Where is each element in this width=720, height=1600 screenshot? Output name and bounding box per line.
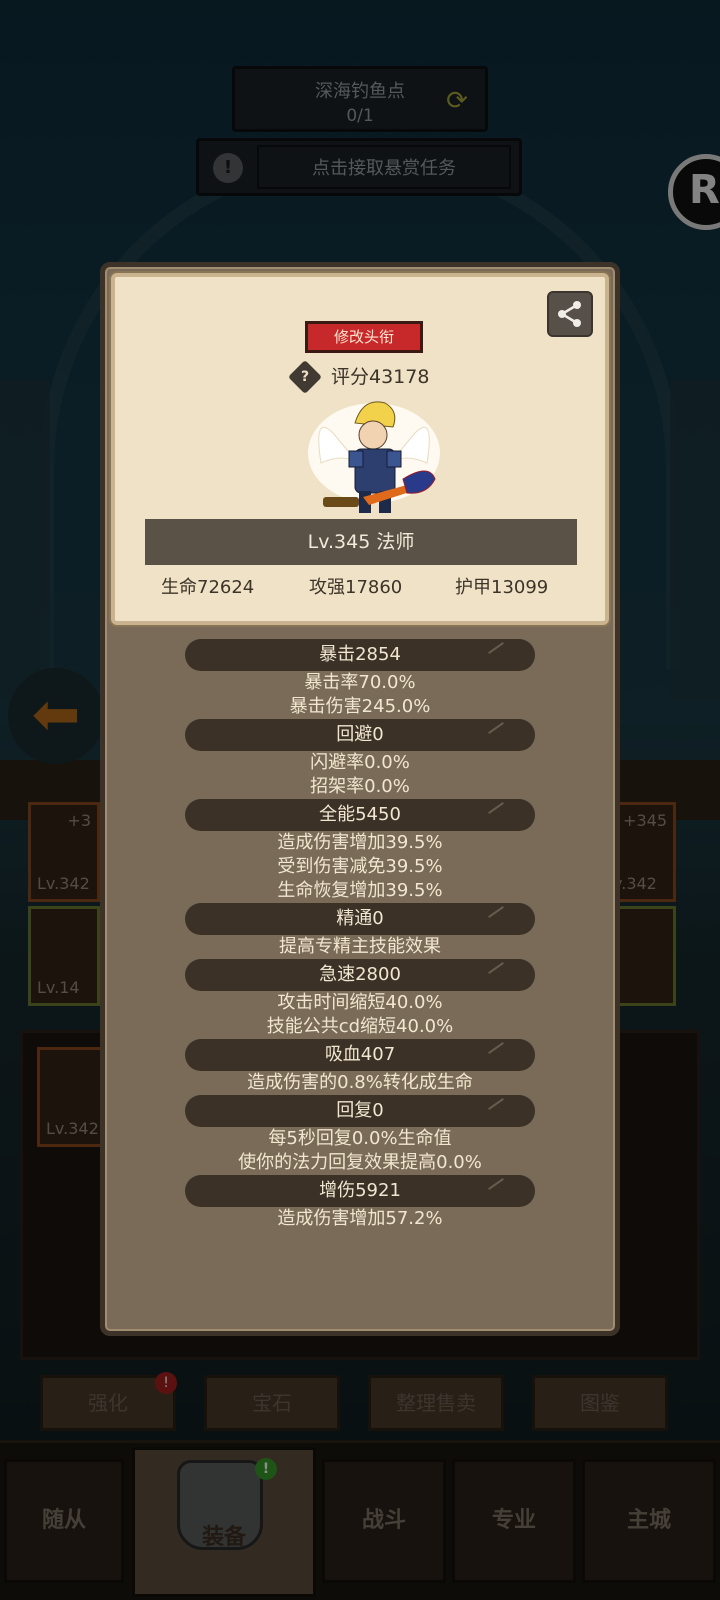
attribute-detail: 使你的法力回复效果提高0.0%	[238, 1152, 482, 1173]
edit-title-button[interactable]: 修改头衔	[305, 321, 423, 353]
attribute-header-haste: 急速2800	[185, 959, 535, 991]
attribute-detail: 招架率0.0%	[310, 776, 410, 797]
attribute-detail: 造成伤害的0.8%转化成生命	[247, 1072, 473, 1093]
character-info-modal: 修改头衔 ? 评分43178 Lv.345 法师 生命72624 攻强17860…	[100, 262, 620, 1336]
help-icon[interactable]: ?	[288, 360, 322, 394]
attribute-header-evasion: 回避0	[185, 719, 535, 751]
attribute-detail: 闪避率0.0%	[310, 752, 410, 773]
stat-health: 生命72624	[161, 577, 255, 598]
share-icon	[558, 301, 581, 327]
attribute-detail: 技能公共cd缩短40.0%	[266, 1016, 454, 1037]
attribute-detail: 造成伤害增加57.2%	[277, 1208, 443, 1229]
core-stats: 生命72624 攻强17860 护甲13099	[115, 573, 605, 607]
attribute-detail: 暴击伤害245.0%	[289, 696, 431, 717]
attribute-header-regen: 回复0	[185, 1095, 535, 1127]
stat-armor: 护甲13099	[455, 577, 549, 598]
attribute-header-lifesteal: 吸血407	[185, 1039, 535, 1071]
score-text: 评分43178	[331, 366, 430, 388]
attribute-list: 暴击2854 暴击率70.0% 暴击伤害245.0% 回避0 闪避率0.0% 招…	[111, 639, 609, 1231]
attribute-detail: 暴击率70.0%	[304, 672, 416, 693]
attribute-header-versatility: 全能5450	[185, 799, 535, 831]
hero-portrait	[308, 401, 440, 513]
attribute-header-mastery: 精通0	[185, 903, 535, 935]
attribute-detail: 每5秒回复0.0%生命值	[268, 1128, 452, 1149]
level-class-bar: Lv.345 法师	[145, 519, 577, 565]
share-button[interactable]	[547, 291, 593, 337]
attribute-detail: 造成伤害增加39.5%	[277, 832, 443, 853]
attribute-detail: 生命恢复增加39.5%	[277, 880, 443, 901]
attribute-detail: 受到伤害减免39.5%	[277, 856, 443, 877]
attribute-detail: 提高专精主技能效果	[279, 936, 441, 957]
attribute-header-crit: 暴击2854	[185, 639, 535, 671]
attribute-header-damage-bonus: 增伤5921	[185, 1175, 535, 1207]
profile-card: 修改头衔 ? 评分43178 Lv.345 法师 生命72624 攻强17860…	[111, 273, 609, 625]
stat-attack-power: 攻强17860	[309, 577, 403, 598]
attribute-detail: 攻击时间缩短40.0%	[277, 992, 443, 1013]
